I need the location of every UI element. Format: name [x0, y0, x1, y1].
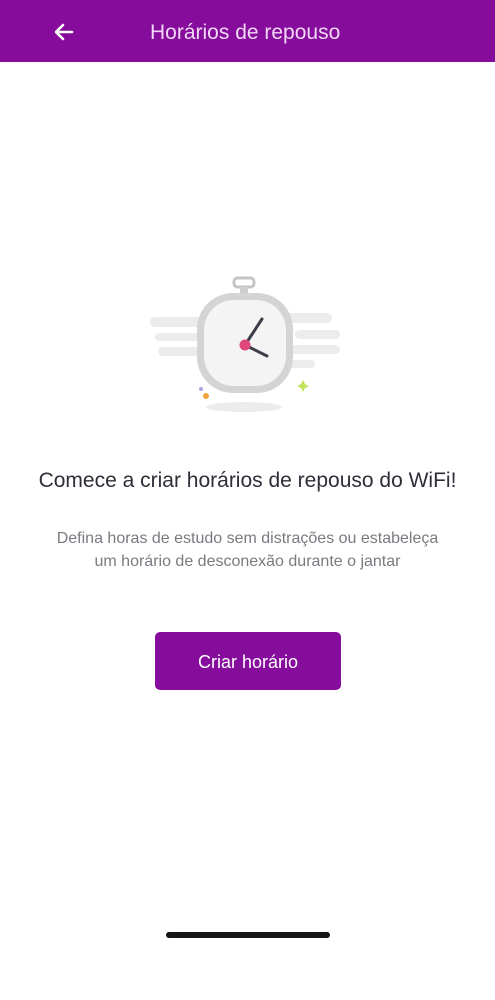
stopwatch-icon: [150, 276, 340, 412]
empty-state-description: Defina horas de estudo sem distrações ou…: [56, 530, 439, 570]
app-bar: Horários de repouso: [0, 0, 495, 62]
page-title: Horários de repouso: [150, 21, 341, 44]
arrow-left-icon: [54, 23, 74, 41]
back-button[interactable]: [48, 16, 80, 48]
empty-state-title: Comece a criar horários de repouso do Wi…: [38, 469, 457, 492]
home-indicator: [166, 932, 330, 938]
create-schedule-button[interactable]: Criar horário: [155, 632, 341, 690]
